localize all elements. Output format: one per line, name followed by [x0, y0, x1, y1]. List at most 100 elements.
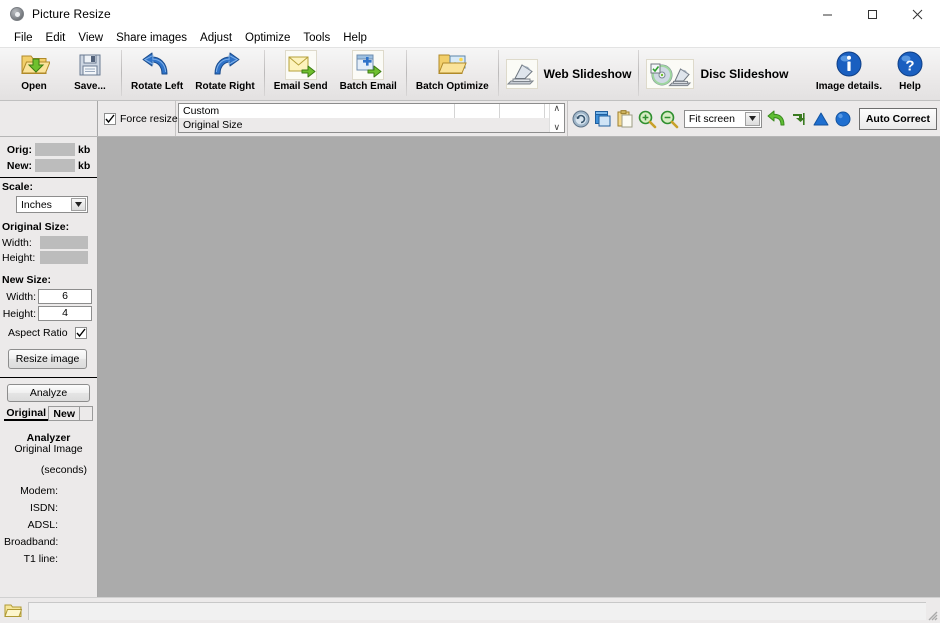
- help-button[interactable]: ? Help: [888, 48, 932, 99]
- menu-item-view[interactable]: View: [72, 30, 109, 46]
- open-button[interactable]: Open: [6, 48, 62, 99]
- original-height-row: Height:: [2, 251, 93, 264]
- analyzer-row-isdn: ISDN:: [4, 502, 93, 514]
- tab-filler: [79, 406, 93, 421]
- aspect-ratio-checkbox[interactable]: [75, 327, 87, 339]
- original-height-value: [40, 251, 88, 264]
- rotate-right-button[interactable]: Rotate Right: [189, 48, 260, 99]
- toolbar-right-group: Image details. ? Help: [810, 48, 940, 99]
- chevron-down-icon[interactable]: [71, 198, 86, 211]
- disc-slideshow-button[interactable]: Disc Slideshow: [642, 48, 792, 99]
- preset-size-listbox[interactable]: Custom Original Size ∧ ∨: [178, 103, 565, 133]
- aspect-ratio-label: Aspect Ratio: [8, 327, 68, 339]
- menu-item-adjust[interactable]: Adjust: [194, 30, 238, 46]
- chevron-down-icon[interactable]: [744, 111, 760, 126]
- menu-item-tools[interactable]: Tools: [297, 30, 336, 46]
- image-details-button[interactable]: Image details.: [810, 48, 888, 99]
- undo-arrow-icon[interactable]: [767, 109, 787, 129]
- preset-row-custom[interactable]: Custom: [179, 104, 549, 118]
- batch-optimize-button[interactable]: Batch Optimize: [410, 48, 495, 99]
- window-copy-icon[interactable]: [593, 109, 613, 129]
- toolbar-separator: [263, 50, 265, 96]
- preset-row-original-size-label: Original Size: [183, 119, 243, 131]
- resize-image-button[interactable]: Resize image: [8, 349, 87, 369]
- preset-row-original-size[interactable]: Original Size: [179, 118, 549, 132]
- flip-icon[interactable]: [789, 109, 809, 129]
- analyzer-row-modem: Modem:: [4, 485, 93, 497]
- analyzer-broadband-label: Broadband:: [4, 536, 59, 548]
- save-button[interactable]: Save...: [62, 48, 118, 99]
- aspect-ratio-control[interactable]: Aspect Ratio: [8, 327, 93, 339]
- tab-new[interactable]: New: [48, 406, 80, 421]
- analyzer-row-broadband: Broadband:: [4, 536, 93, 548]
- open-folder-icon: [18, 50, 51, 80]
- web-slideshow-button[interactable]: Web Slideshow: [502, 48, 636, 99]
- clipboard-paste-icon[interactable]: [615, 109, 635, 129]
- scale-unit-value: Inches: [21, 198, 52, 211]
- close-icon[interactable]: [895, 0, 940, 28]
- menu-item-share-images[interactable]: Share images: [110, 30, 193, 46]
- rotate-left-label: Rotate Left: [131, 81, 184, 92]
- help-label: Help: [899, 81, 921, 92]
- analyzer-row-adsl: ADSL:: [4, 519, 93, 531]
- maximize-icon[interactable]: [850, 0, 895, 28]
- zoom-out-icon[interactable]: [659, 109, 679, 129]
- rotate-right-icon: [209, 50, 241, 80]
- circle-icon[interactable]: [833, 109, 853, 129]
- rotate-left-icon: [141, 50, 173, 80]
- folder-icon[interactable]: [4, 603, 23, 618]
- analyzer-isdn-label: ISDN:: [29, 502, 58, 514]
- new-size-row: New: kb: [2, 159, 93, 172]
- preset-scrollbar[interactable]: ∧ ∨: [548, 104, 564, 132]
- floppy-disk-icon: [74, 50, 106, 80]
- analyzer-panel: Analyze Original New Analyzer Original I…: [0, 378, 97, 597]
- new-height-input[interactable]: 4: [38, 306, 92, 321]
- analyze-button[interactable]: Analyze: [7, 384, 90, 402]
- title-bar: Picture Resize: [0, 0, 940, 28]
- menu-item-file[interactable]: File: [8, 30, 39, 46]
- web-slideshow-label: Web Slideshow: [543, 66, 632, 81]
- triangle-up-icon[interactable]: [811, 109, 831, 129]
- new-size-value: [35, 159, 75, 172]
- auto-correct-button[interactable]: Auto Correct: [858, 107, 937, 130]
- email-send-button[interactable]: Email Send: [268, 48, 334, 99]
- original-width-row: Width:: [2, 236, 93, 249]
- menu-bar: File Edit View Share images Adjust Optim…: [0, 28, 940, 48]
- zoom-in-icon[interactable]: [637, 109, 657, 129]
- zoom-level-select[interactable]: Fit screen: [683, 109, 762, 128]
- status-path-field[interactable]: [28, 601, 926, 620]
- force-resize-control[interactable]: Force resize: [98, 101, 178, 136]
- resize-image-label: Resize image: [15, 353, 80, 365]
- force-resize-checkbox[interactable]: [104, 112, 116, 125]
- main-toolbar: Open Save... Rotate Left Rotate Right Em…: [0, 48, 940, 101]
- new-width-label: Width:: [6, 290, 36, 303]
- menu-item-optimize[interactable]: Optimize: [239, 30, 296, 46]
- tab-original-label: Original: [6, 406, 47, 419]
- scroll-down-icon[interactable]: ∨: [554, 123, 561, 132]
- batch-email-button[interactable]: Batch Email: [334, 48, 403, 99]
- disc-icon: [9, 6, 25, 22]
- image-canvas[interactable]: [98, 137, 940, 597]
- analyzer-units: (seconds): [40, 464, 87, 476]
- image-details-label: Image details.: [815, 81, 882, 92]
- rotate-right-label: Rotate Right: [195, 81, 255, 92]
- analyzer-tabs: Original New: [4, 405, 93, 421]
- rotate-left-button[interactable]: Rotate Left: [125, 48, 189, 99]
- disc-slideshow-label: Disc Slideshow: [700, 66, 789, 81]
- menu-item-help[interactable]: Help: [337, 30, 373, 46]
- minimize-icon[interactable]: [805, 0, 850, 28]
- refresh-circle-icon[interactable]: [571, 109, 591, 129]
- new-width-input[interactable]: 6: [38, 289, 92, 304]
- scroll-up-icon[interactable]: ∧: [554, 104, 561, 113]
- window-title: Picture Resize: [32, 7, 111, 21]
- scale-unit-select[interactable]: Inches: [16, 196, 88, 213]
- status-bar: [0, 597, 940, 623]
- svg-text:?: ?: [905, 58, 914, 75]
- tab-original[interactable]: Original: [4, 406, 49, 421]
- analyze-label: Analyze: [29, 387, 68, 399]
- menu-item-edit[interactable]: Edit: [40, 30, 72, 46]
- resize-grip-icon[interactable]: [926, 609, 938, 621]
- orig-size-unit: kb: [78, 143, 91, 156]
- analyzer-adsl-label: ADSL:: [27, 519, 58, 531]
- scale-heading: Scale:: [2, 181, 33, 193]
